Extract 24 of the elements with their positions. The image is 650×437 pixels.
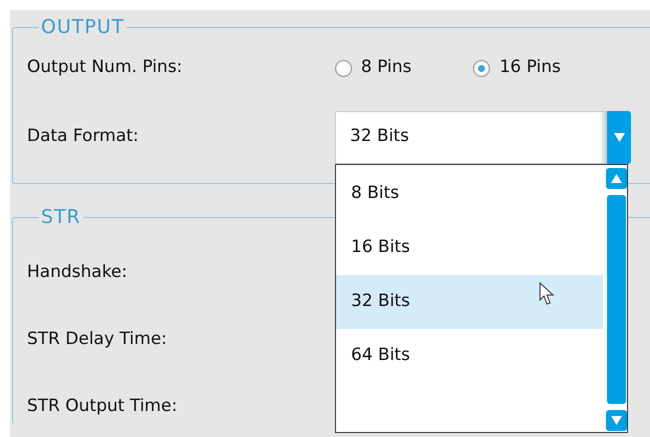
scrollbar-thumb[interactable] — [606, 194, 626, 404]
dropdown-field[interactable]: 32 Bits — [335, 110, 607, 164]
field-label: STR Delay Time: — [27, 328, 168, 351]
dropdown-option[interactable]: 16 Bits — [336, 220, 603, 274]
scroll-down-button[interactable] — [606, 410, 626, 430]
up-arrow-icon — [610, 174, 622, 182]
radio-label[interactable]: 16 Pins — [499, 55, 561, 81]
scroll-up-button[interactable] — [606, 168, 626, 188]
field-label: Output Num. Pins: — [27, 56, 184, 80]
down-arrow-icon — [610, 416, 622, 424]
radio-button[interactable] — [473, 60, 490, 76]
dropdown-option[interactable]: 32 Bits — [336, 274, 603, 328]
caret-icon — [614, 132, 624, 142]
field-label: Handshake: — [27, 260, 128, 284]
mouse-pointer-icon — [539, 282, 555, 306]
field-label: Data Format: — [27, 125, 140, 148]
dropdown-option[interactable]: 8 Bits — [336, 166, 603, 220]
section-legend: OUTPUT — [39, 18, 126, 37]
section-legend: STR — [39, 208, 83, 227]
radio-button[interactable] — [335, 60, 352, 76]
radio-label[interactable]: 8 Pins — [361, 55, 412, 81]
dropdown-button[interactable] — [607, 110, 631, 164]
field-label: STR Output Time: — [27, 394, 178, 418]
dropdown-option[interactable]: 64 Bits — [336, 328, 603, 382]
